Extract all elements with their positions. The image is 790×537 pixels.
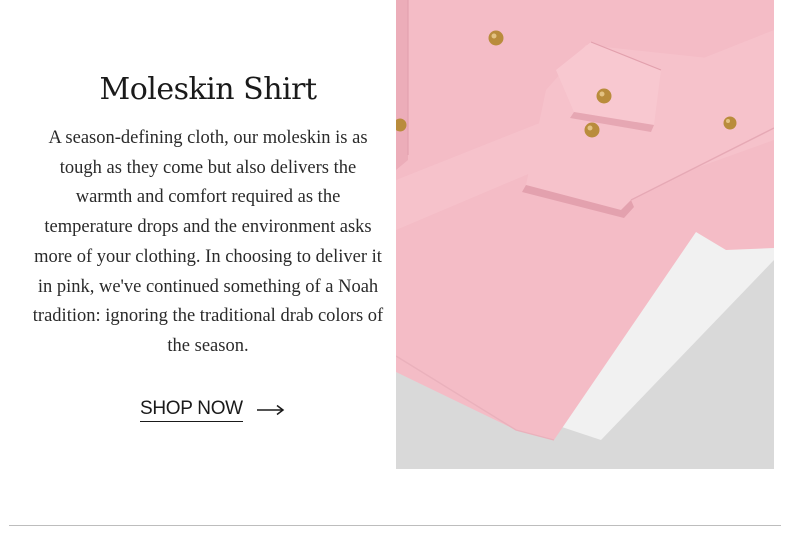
product-copy: Moleskin Shirt A season-defining cloth, … bbox=[30, 70, 386, 362]
arrow-right-icon bbox=[256, 404, 285, 416]
section-divider bbox=[9, 525, 781, 526]
shirt-illustration bbox=[396, 0, 774, 469]
shop-now-label: SHOP NOW bbox=[140, 398, 243, 422]
product-title: Moleskin Shirt bbox=[99, 72, 317, 107]
shop-now-link[interactable]: SHOP NOW bbox=[140, 398, 285, 422]
product-description: A season-defining cloth, our moleskin is… bbox=[32, 128, 384, 356]
product-image[interactable] bbox=[396, 0, 774, 469]
